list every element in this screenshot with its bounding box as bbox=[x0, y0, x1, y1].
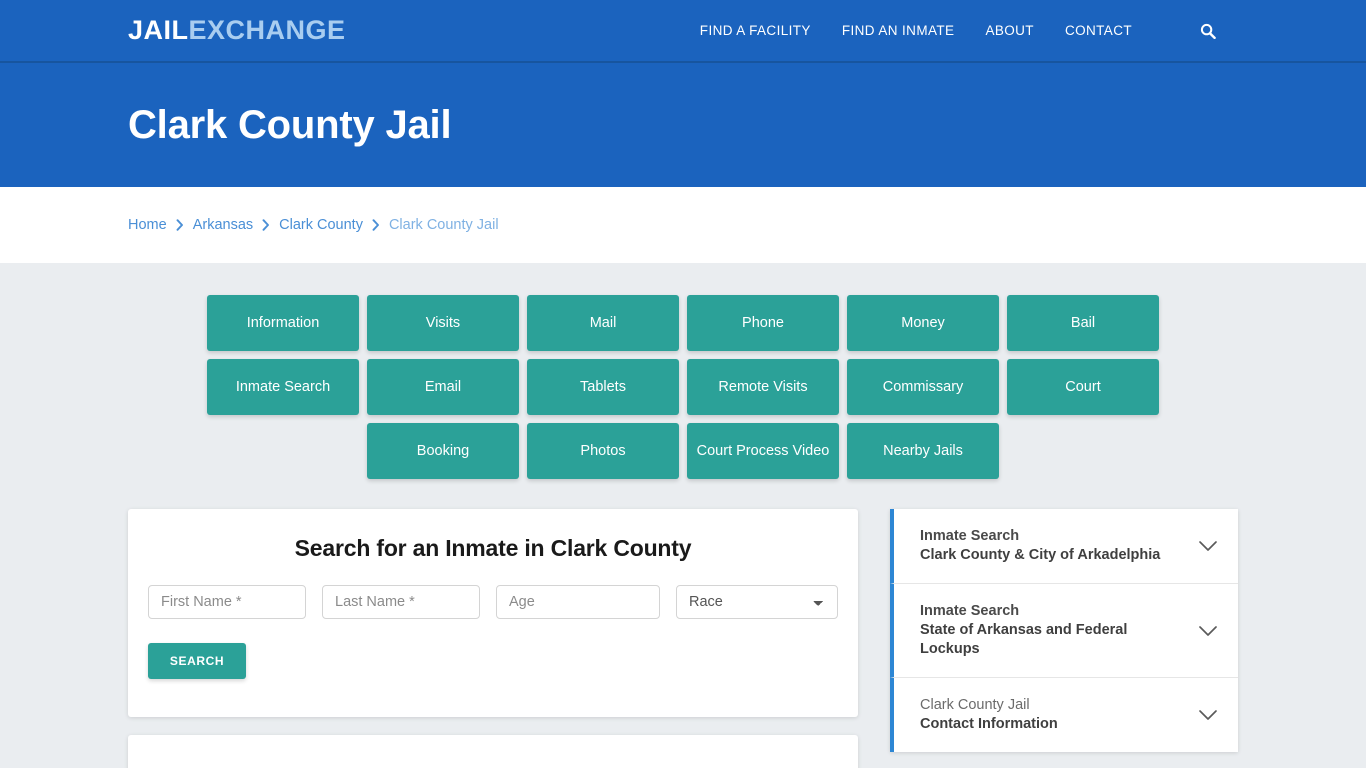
section-button-bail[interactable]: Bail bbox=[1007, 295, 1159, 351]
accordion-item-line2: Clark County & City of Arkadelphia bbox=[920, 547, 1161, 563]
section-button-court-process-video[interactable]: Court Process Video bbox=[687, 423, 839, 479]
section-button-tablets[interactable]: Tablets bbox=[527, 359, 679, 415]
section-button-email[interactable]: Email bbox=[367, 359, 519, 415]
accordion-item-line1: Inmate Search bbox=[920, 603, 1020, 619]
breadcrumb-item-home[interactable]: Home bbox=[128, 217, 167, 233]
accordion-item-line1: Clark County Jail bbox=[920, 697, 1030, 713]
section-button-visits[interactable]: Visits bbox=[367, 295, 519, 351]
section-button-court[interactable]: Court bbox=[1007, 359, 1159, 415]
top-navigation-bar: JAILEXCHANGE FIND A FACILITY FIND AN INM… bbox=[0, 0, 1366, 63]
section-button-remote-visits[interactable]: Remote Visits bbox=[687, 359, 839, 415]
chevron-down-icon[interactable] bbox=[1198, 625, 1218, 637]
inmate-search-heading: Search for an Inmate in Clark County bbox=[294, 535, 692, 561]
breadcrumb-item-clark-county-jail[interactable]: Clark County Jail bbox=[389, 217, 499, 233]
accordion-item-text: Inmate Search Clark County & City of Ark… bbox=[920, 527, 1160, 565]
accordion-item-inmate-search-state[interactable]: Inmate Search State of Arkansas and Fede… bbox=[890, 584, 1238, 678]
race-select[interactable]: Race bbox=[676, 585, 838, 619]
breadcrumb-item-clark-county[interactable]: Clark County bbox=[279, 217, 363, 233]
search-submit-button[interactable]: SEARCH bbox=[148, 643, 246, 679]
nav-item-about[interactable]: ABOUT bbox=[985, 23, 1034, 38]
breadcrumb-band: Home Arkansas Clark County Clark County … bbox=[0, 187, 1366, 263]
accordion-item-line1: Inmate Search bbox=[920, 528, 1020, 544]
logo-text-primary: JAIL bbox=[128, 15, 189, 45]
breadcrumb-separator-icon bbox=[372, 219, 380, 231]
inmate-search-fields: Race bbox=[148, 585, 838, 619]
search-icon[interactable] bbox=[1200, 23, 1216, 39]
first-name-input[interactable] bbox=[148, 585, 306, 619]
hero-banner: Clark County Jail bbox=[0, 63, 1366, 187]
chevron-down-icon[interactable] bbox=[1198, 709, 1218, 721]
breadcrumb-item-arkansas[interactable]: Arkansas bbox=[193, 217, 253, 233]
section-button-nearby-jails[interactable]: Nearby Jails bbox=[847, 423, 999, 479]
accordion-item-line2: Contact Information bbox=[920, 716, 1058, 732]
facility-section-buttons: Information Visits Mail Phone Money Bail… bbox=[133, 295, 1233, 479]
accordion-item-contact-information[interactable]: Clark County Jail Contact Information bbox=[890, 678, 1238, 752]
accordion-item-line2: State of Arkansas and Federal Lockups bbox=[920, 622, 1128, 657]
breadcrumb: Home Arkansas Clark County Clark County … bbox=[128, 217, 499, 233]
section-button-booking[interactable]: Booking bbox=[367, 423, 519, 479]
content-columns: Search for an Inmate in Clark County Rac… bbox=[128, 509, 1238, 768]
chevron-down-icon[interactable] bbox=[1198, 540, 1218, 552]
last-name-input[interactable] bbox=[322, 585, 480, 619]
section-button-information[interactable]: Information bbox=[207, 295, 359, 351]
nav-item-find-a-facility[interactable]: FIND A FACILITY bbox=[700, 23, 811, 38]
page-body: Information Visits Mail Phone Money Bail… bbox=[0, 263, 1366, 768]
primary-nav: FIND A FACILITY FIND AN INMATE ABOUT CON… bbox=[700, 23, 1216, 39]
section-button-commissary[interactable]: Commissary bbox=[847, 359, 999, 415]
section-button-money[interactable]: Money bbox=[847, 295, 999, 351]
nav-item-contact[interactable]: CONTACT bbox=[1065, 23, 1132, 38]
age-input[interactable] bbox=[496, 585, 660, 619]
breadcrumb-separator-icon bbox=[262, 219, 270, 231]
page-title: Clark County Jail bbox=[128, 103, 452, 147]
sidebar-accordion: Inmate Search Clark County & City of Ark… bbox=[890, 509, 1238, 752]
jail-information-card: Clark County Jail Information bbox=[128, 735, 858, 768]
section-button-phone[interactable]: Phone bbox=[687, 295, 839, 351]
section-button-mail[interactable]: Mail bbox=[527, 295, 679, 351]
site-logo[interactable]: JAILEXCHANGE bbox=[128, 17, 346, 44]
accordion-item-inmate-search-county[interactable]: Inmate Search Clark County & City of Ark… bbox=[890, 509, 1238, 584]
section-button-inmate-search[interactable]: Inmate Search bbox=[207, 359, 359, 415]
breadcrumb-separator-icon bbox=[176, 219, 184, 231]
inmate-search-card: Search for an Inmate in Clark County Rac… bbox=[128, 509, 858, 717]
accordion-item-text: Clark County Jail Contact Information bbox=[920, 696, 1058, 734]
accordion-item-text: Inmate Search State of Arkansas and Fede… bbox=[920, 602, 1186, 659]
nav-item-find-an-inmate[interactable]: FIND AN INMATE bbox=[842, 23, 955, 38]
section-button-photos[interactable]: Photos bbox=[527, 423, 679, 479]
main-column: Search for an Inmate in Clark County Rac… bbox=[128, 509, 858, 768]
logo-text-secondary: EXCHANGE bbox=[188, 15, 346, 45]
sidebar-column: Inmate Search Clark County & City of Ark… bbox=[890, 509, 1238, 752]
